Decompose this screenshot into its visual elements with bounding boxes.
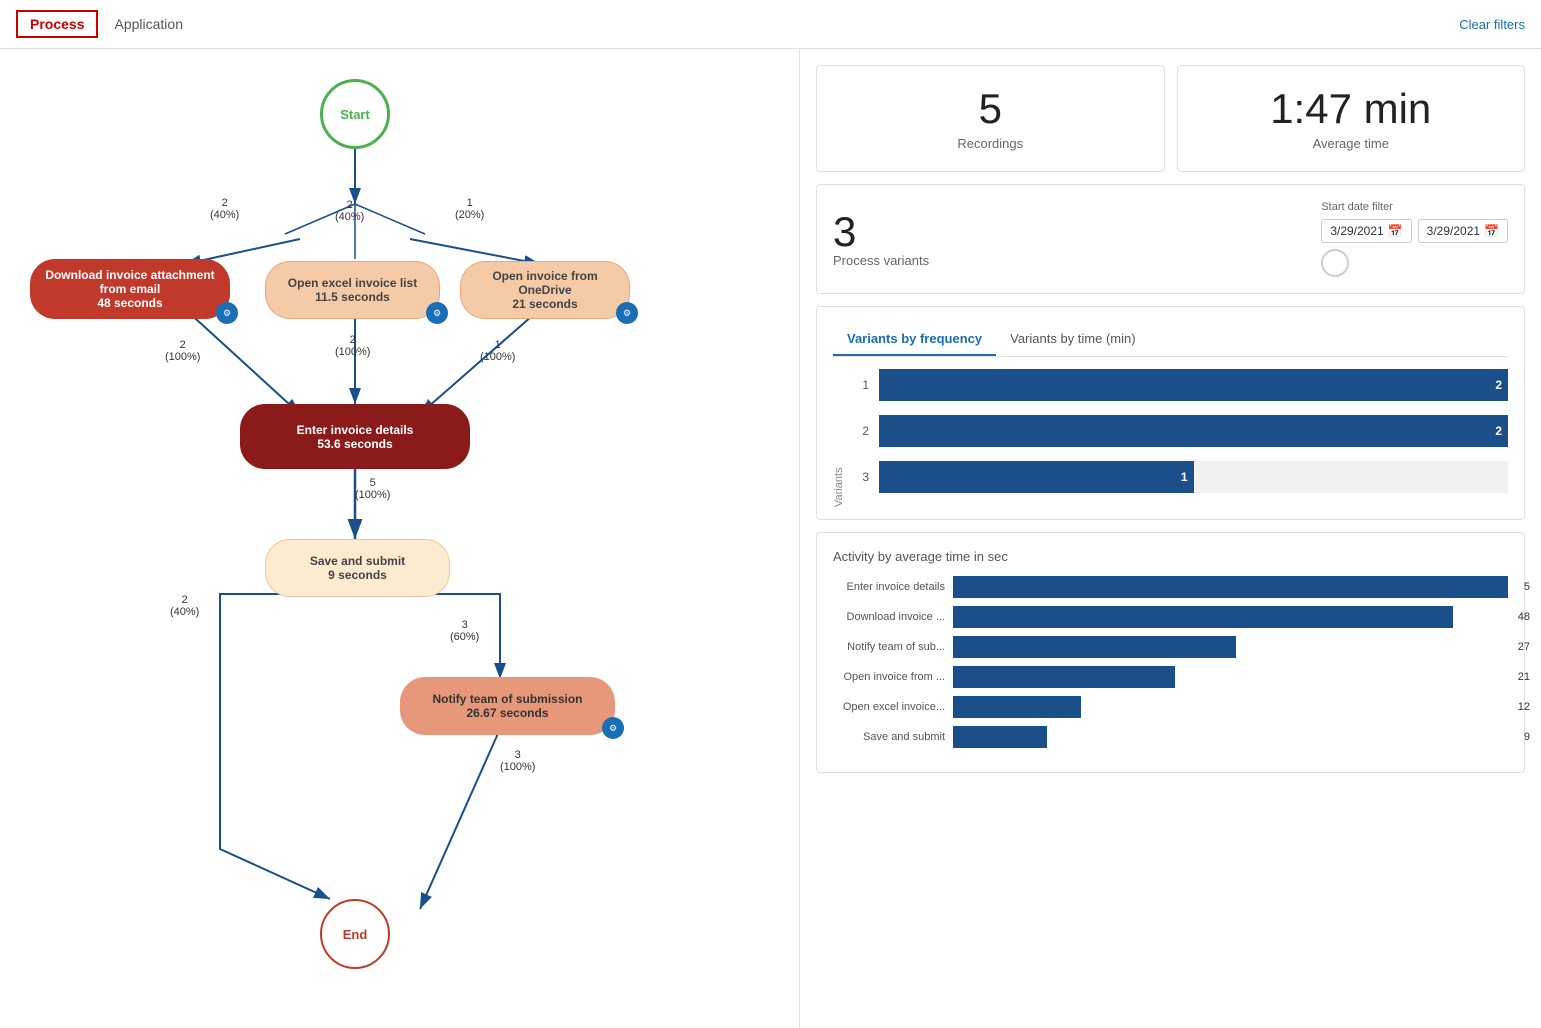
- table-row: 3 1: [851, 461, 1508, 493]
- edge-label-download-enter: 2 (100%): [165, 339, 200, 363]
- right-panel: 5 Recordings 1:47 min Average time 3 Pro…: [800, 49, 1541, 1028]
- variants-chart-card: Variants by frequency Variants by time (…: [816, 306, 1525, 520]
- date-filter-label: Start date filter: [1321, 201, 1508, 213]
- variants-card: 3 Process variants Start date filter 3/2…: [816, 184, 1525, 294]
- connector-onedrive: ⚙: [616, 302, 638, 324]
- edge-label-save-end: 2 (40%): [170, 594, 199, 618]
- connector-excel: ⚙: [426, 302, 448, 324]
- edge-label-enter-save: 5 (100%): [355, 477, 390, 501]
- node-enter-invoice: Enter invoice details53.6 seconds: [240, 404, 470, 469]
- table-row: 1 2: [851, 369, 1508, 401]
- variants-bar-chart: Variants 1 2 2: [833, 369, 1508, 507]
- y-axis-label: Variants: [833, 369, 845, 507]
- flow-diagram-panel: Start 2 (40%) 2 (40%) 1 (20%) Download i…: [0, 49, 800, 1028]
- stats-row: 5 Recordings 1:47 min Average time: [816, 65, 1525, 172]
- clear-filters-button[interactable]: Clear filters: [1459, 17, 1525, 32]
- variants-count-section: 3 Process variants: [833, 211, 929, 268]
- variants-label: Process variants: [833, 253, 929, 268]
- edge-label-start-excel: 2 (40%): [335, 199, 364, 223]
- edge-label-start-download: 2 (40%): [210, 197, 239, 221]
- activity-chart-card: Activity by average time in sec Enter in…: [816, 532, 1525, 773]
- list-item: Open excel invoice... 12: [833, 696, 1508, 718]
- node-open-onedrive: Open invoice from OneDrive21 seconds: [460, 261, 630, 319]
- edge-label-save-notify: 3 (60%): [450, 619, 479, 643]
- date-to-input[interactable]: 3/29/2021 📅: [1418, 219, 1508, 243]
- chart-tabs: Variants by frequency Variants by time (…: [833, 323, 1508, 357]
- node-download: Download invoice attachment from email48…: [30, 259, 230, 319]
- node-save-submit: Save and submit9 seconds: [265, 539, 450, 597]
- tab-variants-time[interactable]: Variants by time (min): [996, 323, 1149, 356]
- edge-label-excel-enter: 2 (100%): [335, 334, 370, 358]
- list-item: Download invoice ... 48: [833, 606, 1508, 628]
- connector-download: ⚙: [216, 302, 238, 324]
- recordings-card: 5 Recordings: [816, 65, 1165, 172]
- list-item: Enter invoice details 5: [833, 576, 1508, 598]
- date-inputs: 3/29/2021 📅 3/29/2021 📅: [1321, 219, 1508, 243]
- edge-label-notify-end: 3 (100%): [500, 749, 535, 773]
- variants-count: 3: [833, 211, 929, 253]
- date-from-input[interactable]: 3/29/2021 📅: [1321, 219, 1411, 243]
- connector-notify: ⚙: [602, 717, 624, 739]
- tab-variants-frequency[interactable]: Variants by frequency: [833, 323, 996, 356]
- avg-time-label: Average time: [1194, 136, 1509, 151]
- filter-toggle[interactable]: [1321, 249, 1349, 277]
- edge-label-onedrive-enter: 1 (100%): [480, 339, 515, 363]
- recordings-label: Recordings: [833, 136, 1148, 151]
- list-item: Save and submit 9: [833, 726, 1508, 748]
- node-start: Start: [320, 79, 390, 149]
- calendar-to-icon: 📅: [1484, 224, 1499, 238]
- calendar-from-icon: 📅: [1388, 224, 1403, 238]
- app-header: Process Application Clear filters: [0, 0, 1541, 49]
- node-end: End: [320, 899, 390, 969]
- avg-time-value: 1:47 min: [1194, 86, 1509, 132]
- node-open-excel: Open excel invoice list11.5 seconds: [265, 261, 440, 319]
- list-item: Notify team of sub... 27: [833, 636, 1508, 658]
- tab-process[interactable]: Process: [16, 10, 98, 38]
- avg-time-card: 1:47 min Average time: [1177, 65, 1526, 172]
- recordings-value: 5: [833, 86, 1148, 132]
- flow-diagram: Start 2 (40%) 2 (40%) 1 (20%) Download i…: [0, 49, 780, 1009]
- tab-application[interactable]: Application: [98, 8, 199, 40]
- flow-arrows: [0, 49, 780, 1009]
- main-container: Start 2 (40%) 2 (40%) 1 (20%) Download i…: [0, 49, 1541, 1028]
- edge-label-start-onedrive: 1 (20%): [455, 197, 484, 221]
- activity-chart-title: Activity by average time in sec: [833, 549, 1508, 564]
- bar-chart-inner: 1 2 2 2: [851, 369, 1508, 507]
- table-row: 2 2: [851, 415, 1508, 447]
- date-filter: Start date filter 3/29/2021 📅 3/29/2021 …: [1321, 201, 1508, 277]
- list-item: Open invoice from ... 21: [833, 666, 1508, 688]
- node-notify: Notify team of submission26.67 seconds: [400, 677, 615, 735]
